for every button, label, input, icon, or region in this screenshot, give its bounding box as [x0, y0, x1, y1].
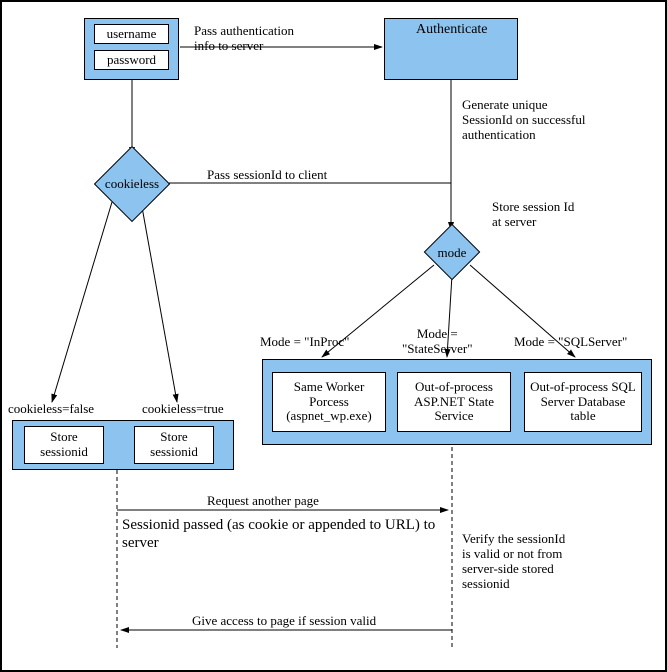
cookieless-true-label: cookieless=true: [142, 402, 224, 417]
mode-box-inproc: Same Worker Porcess (aspnet_wp.exe): [272, 372, 386, 432]
edge-gen-session: Generate unique SessionId on successful …: [462, 98, 586, 143]
mode-box-stateserver: Out-of-process ASP.NET State Service: [397, 372, 511, 432]
give-access-text: Give access to page if session valid: [192, 614, 376, 629]
authenticate-title: Authenticate: [416, 22, 488, 38]
cookieless-false-label: cookieless=false: [8, 402, 94, 417]
session-passed-text: Sessionid passed (as cookie or appended …: [122, 516, 452, 552]
store-sessionid-false: Store sessionid: [24, 426, 104, 464]
store-sessionid-true: Store sessionid: [134, 426, 214, 464]
mode-box-sqlserver: Out-of-process SQL Server Database table: [524, 372, 642, 432]
edge-store-session: Store session Id at server: [492, 200, 574, 230]
mode-decision: [424, 224, 481, 281]
mode-inproc-label: Mode = "InProc": [260, 335, 349, 350]
mode-stateserver-label: Mode = "StateServer": [402, 327, 473, 357]
mode-sqlserver-label: Mode = "SQLServer": [514, 335, 627, 350]
edge-pass-sessionid: Pass sessionId to client: [207, 168, 327, 183]
password-field: password: [94, 50, 169, 70]
diagram-canvas: username password Authenticate Pass auth…: [0, 0, 667, 672]
username-field: username: [94, 24, 169, 44]
request-another-page: Request another page: [207, 494, 319, 509]
cookieless-decision: [94, 146, 170, 222]
edge-pass-auth: Pass authentication info to server: [194, 24, 294, 54]
verify-session-text: Verify the sessionId is valid or not fro…: [462, 532, 565, 592]
